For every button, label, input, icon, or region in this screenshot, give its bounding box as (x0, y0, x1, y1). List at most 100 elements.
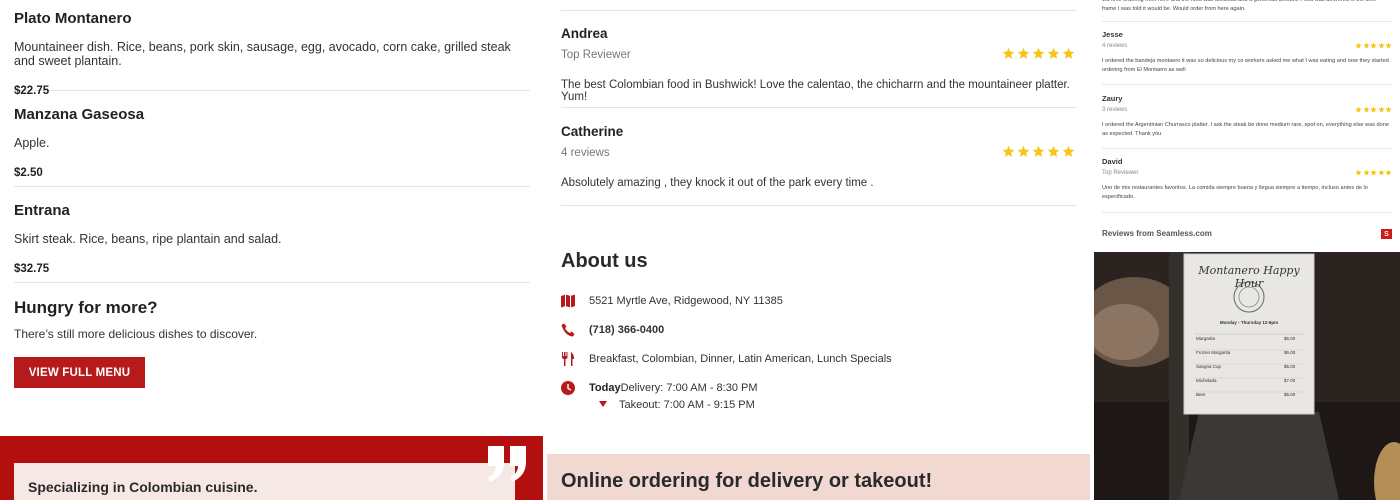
star-icon (1062, 47, 1075, 59)
sign-item-price: $6.00 (1284, 336, 1296, 341)
star-icon (1377, 106, 1385, 113)
seamless-review: David Top Reviewer Uno de mis restaurant… (1102, 157, 1392, 202)
menu-item-description: Skirt steak. Rice, beans, ripe plantain … (14, 232, 282, 246)
star-icon (1377, 169, 1385, 176)
hungry-title: Hungry for more? (14, 298, 158, 317)
star-icon (1355, 42, 1362, 49)
sign-item-name: Frozen Margarita (1196, 350, 1231, 355)
star-icon (1370, 169, 1377, 176)
star-icon (1062, 145, 1075, 157)
reviewer-name: Andrea (561, 26, 608, 41)
divider (1102, 148, 1392, 149)
review-text: 1st time ordering from here and the food… (1102, 0, 1377, 12)
sign-item-name: Michelada (1196, 378, 1217, 383)
star-icon (1362, 42, 1370, 49)
reviewer-meta: 4 reviews (561, 147, 610, 159)
clock-icon (561, 381, 575, 395)
sign-item-name: Margarita (1196, 336, 1216, 341)
star-icon (1362, 169, 1370, 176)
sign-item-price: $5.00 (1284, 392, 1296, 397)
review-text: I ordered the Argentinian Churrasco plat… (1102, 122, 1390, 137)
sign-subtitle: Monday - Thursday 12-6pm (1219, 320, 1279, 325)
specializing-card: Specializing in Colombian cuisine. (14, 463, 515, 500)
star-icon (1032, 47, 1045, 59)
star-icon (1017, 47, 1030, 59)
divider (561, 107, 1077, 108)
star-icon (1370, 42, 1377, 49)
sign-item-name: Sangria Cup (1196, 364, 1222, 369)
menu-item[interactable]: Plato Montanero Mountaineer dish. Rice, … (14, 10, 530, 97)
sign-title: Montanero Happy Hour (1198, 264, 1300, 290)
specializing-text: Specializing in Colombian cuisine. (28, 479, 258, 495)
phone-link[interactable]: (718) 366-0400 (589, 324, 664, 336)
reviews-source-link[interactable]: Reviews from Seamless.com (1102, 229, 1212, 238)
map-icon (561, 294, 575, 308)
reviewer-meta: Top Reviewer (561, 49, 631, 61)
seamless-review: Jesse 4 reviews I ordered the bandeja mo… (1102, 30, 1392, 75)
menu-item-name: Plato Montanero (14, 10, 132, 27)
phone-icon (561, 323, 575, 337)
reviewer-meta: Top Reviewer (1102, 170, 1139, 176)
star-rating (1002, 47, 1075, 60)
star-rating (1355, 106, 1392, 113)
sign-item-price: $5.00 (1284, 364, 1296, 369)
star-rating (1355, 169, 1392, 176)
star-icon (1370, 106, 1377, 113)
reviewer-name: Jesse (1102, 30, 1123, 39)
star-icon (1385, 42, 1392, 49)
divider (1102, 84, 1392, 85)
star-icon (1355, 106, 1362, 113)
online-ordering-text: Online ordering for delivery or takeout! (561, 470, 933, 492)
review-text: Uno de mis restaurantes favoritos. La co… (1102, 185, 1368, 200)
star-rating (1355, 42, 1392, 49)
menu-item-price: $22.75 (14, 85, 50, 97)
divider (1102, 212, 1392, 213)
address-row[interactable]: 5521 Myrtle Ave, Ridgewood, NY 11385 (561, 294, 1077, 312)
menu-item-price: $32.75 (14, 263, 50, 275)
divider (1102, 21, 1392, 22)
sign-item-price: $7.00 (1284, 378, 1296, 383)
reviewer-meta: 3 reviews (1102, 107, 1128, 113)
hours-takeout: Takeout: 7:00 AM - 9:15 PM (619, 399, 755, 411)
hours-today: TodayDelivery: 7:00 AM - 8:30 PM (589, 382, 758, 394)
star-icon (1047, 47, 1060, 59)
review-text: I ordered the bandeja montaero it was so… (1102, 58, 1389, 73)
hours-row[interactable]: TodayDelivery: 7:00 AM - 8:30 PM (561, 381, 1077, 399)
seamless-review: Zaury 3 reviews I ordered the Argentinia… (1102, 94, 1392, 139)
menu-item-name: Entrana (14, 202, 70, 219)
reviews-about-section: Andrea Top Reviewer The best Colombian f… (547, 0, 1090, 500)
categories-row: Breakfast, Colombian, Dinner, Latin Amer… (561, 352, 1077, 370)
caret-down-icon[interactable] (599, 401, 607, 407)
menu-item-name: Manzana Gaseosa (14, 106, 145, 123)
star-icon (1032, 145, 1045, 157)
star-icon (1362, 106, 1370, 113)
menu-item[interactable]: Manzana Gaseosa Apple. $2.50 (14, 106, 530, 187)
seamless-logo[interactable]: S (1381, 229, 1392, 239)
star-icon (1355, 169, 1362, 176)
divider (561, 10, 1077, 11)
reviewer-name: Zaury (1102, 94, 1123, 103)
restaurant-photo: Montanero Happy Hour Monday - Thursday 1… (1094, 252, 1400, 500)
quote-icon (488, 446, 526, 482)
review-card: Andrea Top Reviewer The best Colombian f… (561, 26, 1077, 103)
sign-item-name: Beer (1196, 392, 1206, 397)
hours-today-label: Today (589, 382, 621, 394)
online-ordering-banner[interactable]: Online ordering for delivery or takeout! (547, 454, 1090, 500)
about-heading: About us (561, 250, 648, 272)
view-full-menu-button[interactable]: VIEW FULL MENU (14, 357, 145, 388)
menu-item[interactable]: Entrana Skirt steak. Rice, beans, ripe p… (14, 202, 530, 283)
star-icon (1017, 145, 1030, 157)
hungry-text: There’s still more delicious dishes to d… (14, 327, 258, 341)
divider (561, 205, 1077, 206)
menu-section: Plato Montanero Mountaineer dish. Rice, … (0, 0, 543, 500)
star-icon (1377, 42, 1385, 49)
sign-item-price: $6.00 (1284, 350, 1296, 355)
address-text: 5521 Myrtle Ave, Ridgewood, NY 11385 (589, 295, 783, 307)
hungry-for-more: Hungry for more? There’s still more deli… (14, 298, 530, 341)
reviewer-meta: 4 reviews (1102, 43, 1128, 49)
hours-delivery: Delivery: 7:00 AM - 8:30 PM (620, 382, 758, 394)
phone-row[interactable]: (718) 366-0400 (561, 323, 1077, 341)
utensils-icon (562, 352, 574, 366)
seamless-reviews-panel: 1st time ordering from here and the food… (1094, 0, 1400, 500)
star-icon (1002, 145, 1015, 157)
